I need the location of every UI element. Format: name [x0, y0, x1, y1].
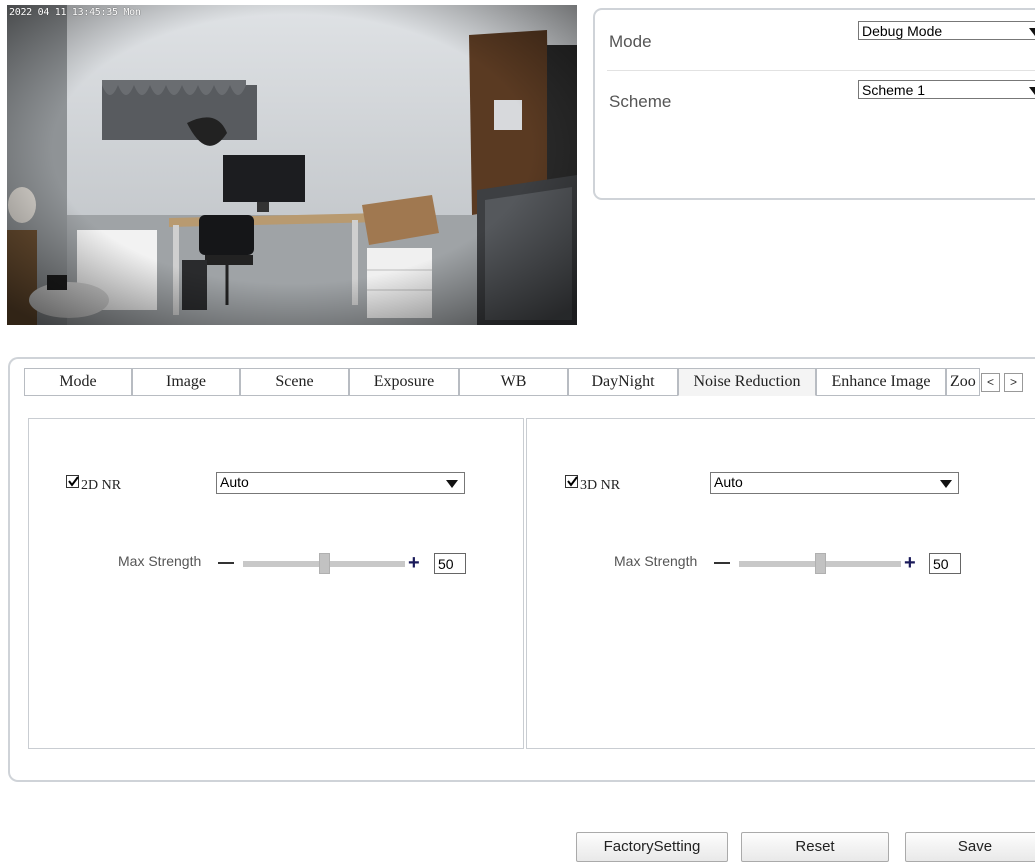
nr2d-strength-label: Max Strength	[118, 553, 202, 569]
nr2d-mode-select[interactable]: Auto	[216, 472, 465, 494]
scheme-select-value: Scheme 1	[862, 82, 926, 98]
settings-tabs: Mode Image Scene Exposure WB DayNight No…	[24, 368, 1035, 396]
nr2d-label: 2D NR	[81, 478, 122, 493]
nr3d-mode-select[interactable]: Auto	[710, 472, 959, 494]
tab-label: Enhance Image	[831, 373, 931, 390]
tab-next-button[interactable]: >	[1004, 373, 1023, 392]
checkmark-icon	[68, 476, 79, 487]
chevron-down-icon	[1029, 28, 1035, 36]
tab-noise-reduction[interactable]: Noise Reduction	[678, 368, 816, 396]
tab-label: WB	[500, 373, 527, 390]
tab-wb[interactable]: WB	[459, 368, 568, 396]
nr2d-mode-value: Auto	[220, 474, 249, 490]
nr2d-panel	[28, 418, 524, 749]
tab-enhance-image[interactable]: Enhance Image	[816, 368, 946, 396]
nr3d-increase-icon[interactable]: +	[904, 553, 916, 573]
tab-prev-button[interactable]: <	[981, 373, 1000, 392]
scheme-select[interactable]: Scheme 1	[858, 80, 1035, 99]
mode-select[interactable]: Debug Mode	[858, 21, 1035, 40]
scheme-label: Scheme	[609, 92, 672, 111]
tab-label: Zoo	[950, 373, 976, 390]
nr3d-label: 3D NR	[580, 478, 621, 493]
tab-mode[interactable]: Mode	[24, 368, 132, 396]
camera-preview: 2022 04 11 13:45:35 Mon	[7, 5, 577, 325]
nr2d-checkbox[interactable]	[66, 475, 79, 488]
nr3d-strength-label: Max Strength	[614, 553, 698, 569]
tab-exposure[interactable]: Exposure	[349, 368, 459, 396]
nr2d-strength-input[interactable]: 50	[434, 553, 466, 574]
save-button[interactable]: Save	[905, 832, 1035, 862]
divider	[607, 70, 1035, 71]
camera-scene-image	[7, 5, 577, 325]
tab-label: DayNight	[591, 373, 655, 390]
nr3d-checkbox[interactable]	[565, 475, 578, 488]
tab-label: Noise Reduction	[693, 373, 801, 390]
tab-label: Exposure	[373, 373, 435, 390]
timestamp-overlay: 2022 04 11 13:45:35 Mon	[9, 7, 141, 18]
nr2d-decrease-icon[interactable]	[218, 562, 234, 564]
nr3d-mode-value: Auto	[714, 474, 743, 490]
nr3d-panel	[526, 418, 1035, 749]
tab-label: Scene	[275, 373, 314, 390]
reset-button[interactable]: Reset	[741, 832, 889, 862]
nr3d-slider-handle[interactable]	[815, 553, 826, 574]
mode-label: Mode	[609, 32, 652, 51]
tab-label: Mode	[59, 373, 97, 390]
factory-setting-button[interactable]: FactorySetting	[576, 832, 728, 862]
mode-select-value: Debug Mode	[862, 23, 943, 39]
nr2d-slider-handle[interactable]	[319, 553, 330, 574]
mode-settings-panel: Mode Debug Mode Scheme Scheme 1	[593, 8, 1035, 200]
tab-scene[interactable]: Scene	[240, 368, 349, 396]
nr3d-decrease-icon[interactable]	[714, 562, 730, 564]
tab-zoom[interactable]: Zoo	[946, 368, 980, 396]
chevron-down-icon	[446, 480, 458, 488]
checkmark-icon	[567, 476, 578, 487]
tab-label: Image	[166, 373, 206, 390]
tab-daynight[interactable]: DayNight	[568, 368, 678, 396]
nr2d-increase-icon[interactable]: +	[408, 553, 420, 573]
nr3d-strength-input[interactable]: 50	[929, 553, 961, 574]
chevron-down-icon	[1029, 87, 1035, 95]
tab-image[interactable]: Image	[132, 368, 240, 396]
chevron-down-icon	[940, 480, 952, 488]
